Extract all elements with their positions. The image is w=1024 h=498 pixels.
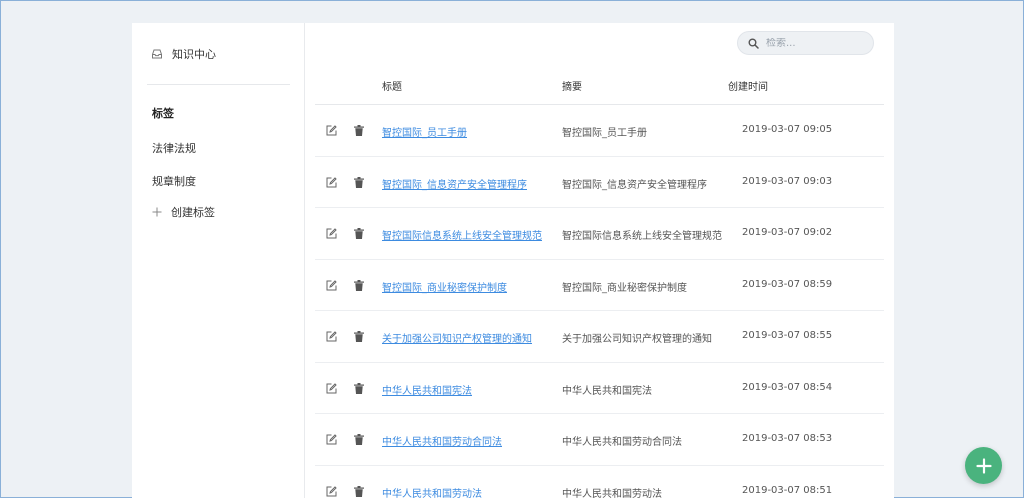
document-summary: 中华人民共和国劳动法 [562, 488, 662, 498]
document-title-link[interactable]: 智控国际_员工手册 [382, 124, 467, 139]
knowledge-center-label: 知识中心 [172, 48, 216, 61]
tags-section-title: 标签 [152, 107, 174, 120]
trash-icon[interactable] [354, 279, 364, 291]
edit-icon[interactable] [326, 176, 337, 188]
document-created-time: 2019-03-07 08:59 [742, 278, 833, 290]
document-title-link[interactable]: 关于加强公司知识产权管理的通知 [382, 330, 532, 345]
trash-icon[interactable] [354, 382, 364, 394]
document-created-time: 2019-03-07 08:54 [742, 381, 833, 393]
table-row: 中华人民共和国劳动合同法 中华人民共和国劳动合同法 2019-03-07 08:… [315, 414, 884, 466]
table-row: 智控国际信息系统上线安全管理规范 智控国际信息系统上线安全管理规范 2019-0… [315, 208, 884, 260]
document-created-time: 2019-03-07 08:55 [742, 330, 833, 341]
plus-icon [975, 457, 992, 474]
documents-table: 标题 摘要 创建时间 智控国际_员工手册 智控国际_员工手册 2019-03-0… [315, 67, 884, 498]
document-summary: 中华人民共和国劳动合同法 [562, 437, 682, 448]
inbox-icon [151, 48, 163, 60]
column-header-summary: 摘要 [562, 82, 582, 93]
document-created-time: 2019-03-07 09:03 [742, 175, 833, 187]
table-header: 标题 摘要 创建时间 [315, 67, 884, 105]
trash-icon[interactable] [354, 331, 364, 342]
edit-icon[interactable] [326, 125, 337, 136]
search-box[interactable] [737, 31, 874, 55]
document-created-time: 2019-03-07 08:51 [742, 484, 833, 496]
document-title-link[interactable]: 中华人民共和国劳动合同法 [382, 433, 502, 448]
document-summary: 关于加强公司知识产权管理的通知 [562, 334, 712, 345]
add-document-button[interactable] [965, 447, 1002, 484]
document-title-link[interactable]: 中华人民共和国宪法 [382, 382, 472, 397]
trash-icon[interactable] [354, 125, 364, 136]
main-panel: 标题 摘要 创建时间 智控国际_员工手册 智控国际_员工手册 2019-03-0… [305, 23, 894, 498]
trash-icon[interactable] [354, 228, 364, 239]
sidebar-item-laws[interactable]: 法律法规 [152, 140, 196, 156]
document-created-time: 2019-03-07 08:53 [742, 433, 833, 444]
document-summary: 智控国际信息系统上线安全管理规范 [562, 231, 722, 242]
document-summary: 智控国际_员工手册 [562, 128, 647, 139]
table-row: 智控国际_商业秘密保护制度 智控国际_商业秘密保护制度 2019-03-07 0… [315, 260, 884, 311]
edit-icon[interactable] [326, 228, 337, 239]
edit-icon[interactable] [326, 279, 337, 291]
trash-icon[interactable] [354, 176, 364, 188]
edit-icon[interactable] [326, 382, 337, 394]
document-summary: 智控国际_信息资产安全管理程序 [562, 179, 707, 191]
content-card: 知识中心 标签 法律法规 规章制度 创建标签 检索... 标题 摘要 创建时间 … [132, 23, 894, 498]
document-title-link[interactable]: 智控国际_商业秘密保护制度 [382, 279, 507, 294]
edit-icon[interactable] [326, 331, 337, 342]
table-row: 智控国际_员工手册 智控国际_员工手册 2019-03-07 09:05 [315, 105, 884, 157]
document-title-link[interactable]: 智控国际信息系统上线安全管理规范 [382, 227, 542, 242]
edit-icon[interactable] [326, 434, 337, 445]
document-created-time: 2019-03-07 09:05 [742, 124, 833, 135]
knowledge-center-link[interactable]: 知识中心 [151, 46, 216, 62]
search-icon [748, 38, 759, 49]
document-title-link[interactable]: 中华人民共和国劳动法 [382, 485, 482, 498]
table-row: 中华人民共和国宪法 中华人民共和国宪法 2019-03-07 08:54 [315, 363, 884, 414]
plus-icon [151, 206, 163, 218]
create-tag-label: 创建标签 [171, 206, 215, 219]
document-created-time: 2019-03-07 09:02 [742, 227, 833, 238]
sidebar-divider [147, 84, 290, 85]
create-tag-button[interactable]: 创建标签 [151, 204, 215, 220]
table-row: 中华人民共和国劳动法 中华人民共和国劳动法 2019-03-07 08:51 [315, 466, 884, 498]
sidebar: 知识中心 标签 法律法规 规章制度 创建标签 [132, 23, 305, 498]
column-header-title: 标题 [382, 82, 402, 93]
document-summary: 中华人民共和国宪法 [562, 385, 652, 397]
column-header-created: 创建时间 [728, 82, 768, 93]
table-row: 关于加强公司知识产权管理的通知 关于加强公司知识产权管理的通知 2019-03-… [315, 311, 884, 363]
search-input[interactable] [766, 37, 861, 49]
document-summary: 智控国际_商业秘密保护制度 [562, 282, 687, 294]
table-row: 智控国际_信息资产安全管理程序 智控国际_信息资产安全管理程序 2019-03-… [315, 157, 884, 208]
sidebar-item-regulations[interactable]: 规章制度 [152, 173, 196, 189]
trash-icon[interactable] [354, 485, 364, 497]
edit-icon[interactable] [326, 485, 337, 497]
document-title-link[interactable]: 智控国际_信息资产安全管理程序 [382, 176, 527, 191]
trash-icon[interactable] [354, 434, 364, 445]
